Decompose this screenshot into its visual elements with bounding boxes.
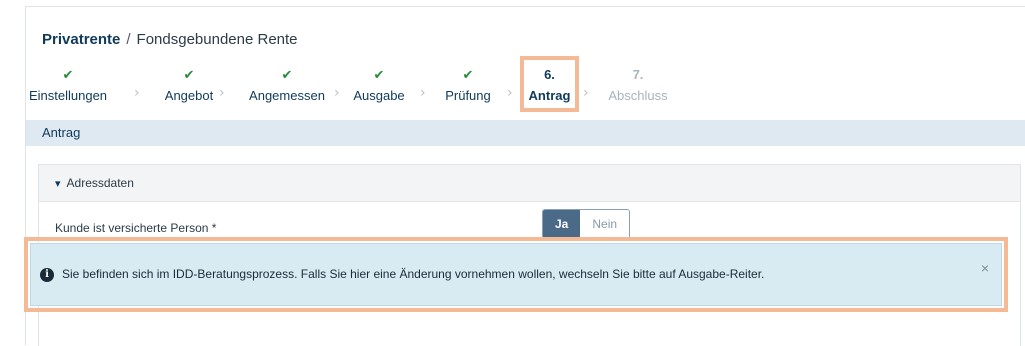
step-ausgabe[interactable]: ✔ Ausgabe [344,67,414,107]
check-icon: ✔ [462,67,474,82]
step-angemessen[interactable]: ✔ Angemessen [232,67,342,107]
check-icon: ✔ [373,67,385,82]
chevron-right-icon: › [420,85,426,101]
insured-person-toggle[interactable]: Ja Nein [542,209,631,239]
check-icon: ✔ [281,67,293,82]
close-icon[interactable]: × [981,260,989,276]
info-alert: i Sie befinden sich im IDD-Beratungsproz… [30,243,1002,306]
toggle-no[interactable]: Nein [580,210,630,238]
breadcrumb: Privatrente / Fondsgebundene Rente [42,31,298,48]
step-number: 7. [632,67,644,82]
breadcrumb-current: Fondsgebundene Rente [136,31,298,48]
step-label: Angemessen [249,88,325,103]
step-label: Ausgabe [353,88,405,103]
step-label: Abschluss [608,88,668,103]
active-step-highlight [520,56,579,112]
step-label: Einstellungen [28,88,108,103]
panel-header[interactable]: ▾ Adressdaten [39,165,1020,202]
chevron-right-icon: › [507,85,513,101]
step-label: Prüfung [445,88,491,103]
info-icon: i [40,268,54,282]
step-pruefung[interactable]: ✔ Prüfung [433,67,503,107]
toggle-yes[interactable]: Ja [543,210,581,238]
chevron-right-icon: › [583,85,589,101]
breadcrumb-separator: / [126,31,131,48]
step-einstellungen[interactable]: ✔ Einstellungen [22,67,114,107]
step-label: Angebot [164,88,214,103]
chevron-right-icon: › [219,85,225,101]
step-abschluss: 7. Abschluss [598,67,678,107]
chevron-down-icon: ▾ [55,178,61,190]
panel-title: Adressdaten [66,176,134,190]
section-header: Antrag [26,120,1025,146]
info-message: Sie befinden sich im IDD-Beratungsprozes… [62,267,765,281]
chevron-right-icon: › [334,85,340,101]
check-icon: ✔ [62,67,74,82]
chevron-right-icon: › [134,85,140,101]
check-icon: ✔ [183,67,195,82]
step-angebot[interactable]: ✔ Angebot [149,67,229,107]
insured-person-label: Kunde ist versicherte Person * [55,221,217,235]
breadcrumb-root[interactable]: Privatrente [42,31,120,48]
